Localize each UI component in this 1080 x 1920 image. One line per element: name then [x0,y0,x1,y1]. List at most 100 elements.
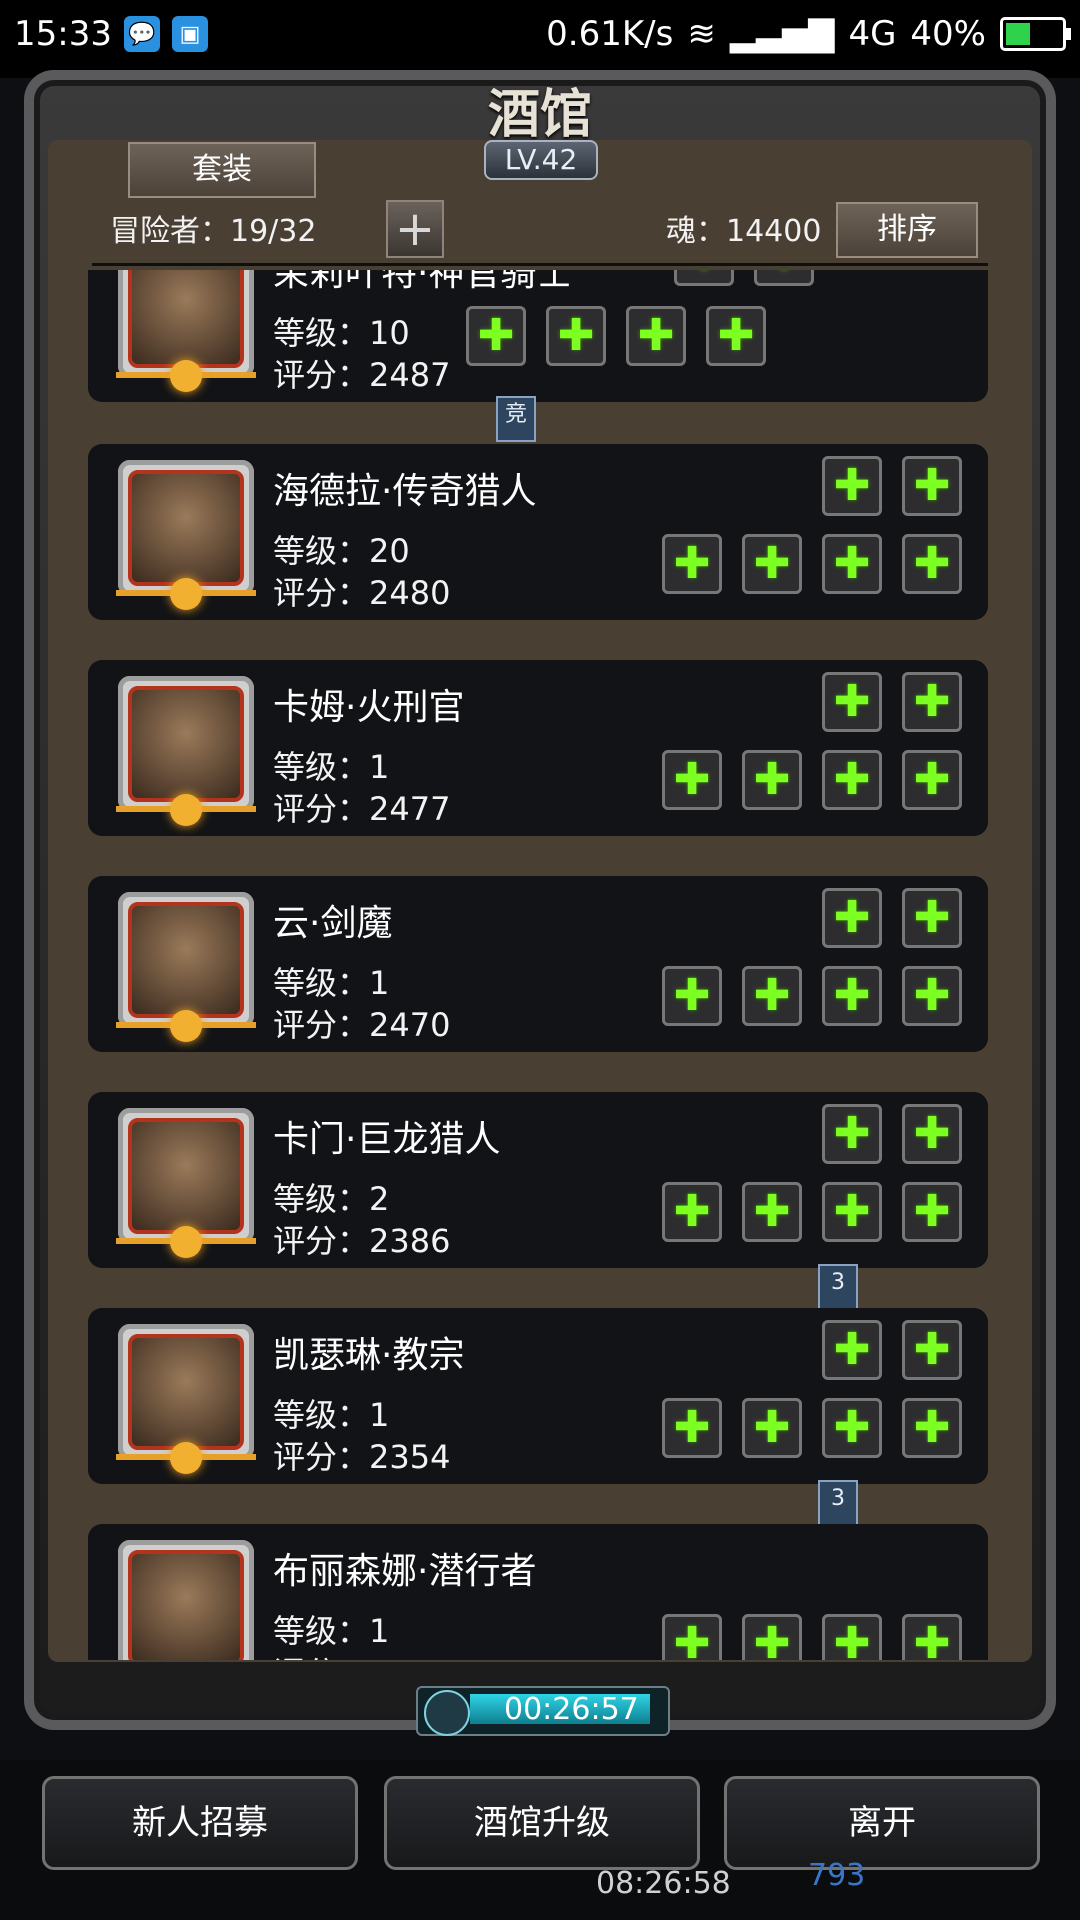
hero-portrait[interactable] [116,1108,256,1258]
equip-slot[interactable]: ✚ [742,750,802,810]
status-left: 15:33 💬 ▣ [14,14,208,54]
equip-slot[interactable]: ✚ [902,672,962,732]
wifi-icon: ≋ [687,14,716,54]
hero-score: 评分：2386 [273,1222,451,1260]
equip-slot[interactable]: ✚ [742,1614,802,1660]
equip-slot[interactable]: ✚ [822,1614,882,1660]
plus-icon: ✚ [833,892,871,943]
hero-portrait[interactable] [118,1540,254,1660]
equip-slot[interactable]: ✚ [822,750,882,810]
hero-score: 评分：2480 [273,574,451,612]
equip-slot[interactable]: ✚ [822,1320,882,1380]
equip-slot[interactable]: ✚ [902,1320,962,1380]
equip-slot[interactable]: ✚ [902,1104,962,1164]
equip-slot[interactable]: ✚ [662,966,722,1026]
plus-icon: ✚ [913,892,951,943]
page-title: 酒馆 [487,84,592,145]
plus-icon: ✚ [913,538,951,589]
hero-level: 等级：10 [273,314,410,352]
plus-icon: ✚ [753,1618,791,1661]
plus-icon: ✚ [673,970,711,1021]
plus-icon: ✚ [673,1618,711,1661]
equip-slot[interactable]: ✚ [626,306,686,366]
plus-icon: ✚ [753,1186,791,1237]
timer-text: 00:26:57 [504,1692,639,1727]
hero-portrait[interactable] [116,1324,256,1474]
suit-button[interactable]: 套装 [128,142,316,198]
equip-slot[interactable]: ✚ [902,888,962,948]
tavern-upgrade-button[interactable]: 酒馆升级 [384,1776,700,1870]
hero-level: 等级：1 [273,1612,390,1650]
hero-level: 等级：2 [273,1180,390,1218]
card-badge: 3 [818,1480,858,1526]
equip-slot[interactable]: ✚ [822,1182,882,1242]
hero-portrait[interactable] [116,676,256,826]
equip-slot[interactable]: ✚ [706,306,766,366]
equip-slot[interactable]: ✚ [662,1614,722,1660]
equip-slot[interactable]: ✚ [754,270,814,286]
plus-icon: ✚ [686,270,723,278]
equip-slot[interactable]: ✚ [662,1398,722,1458]
equip-slot[interactable]: ✚ [902,1182,962,1242]
hero-card[interactable]: 卡门·巨龙猎人 等级：2 评分：2386 ✚ ✚ ✚ ✚ ✚ ✚ [88,1092,988,1268]
add-adventurer-button[interactable]: + [386,200,444,258]
hero-card[interactable]: 卡姆·火刑官 等级：1 评分：2477 ✚ ✚ ✚ ✚ ✚ ✚ [88,660,988,836]
equip-slot[interactable]: ✚ [742,1182,802,1242]
plus-icon: ✚ [913,754,951,805]
equip-slot[interactable]: ✚ [902,1398,962,1458]
equip-slot[interactable]: ✚ [674,270,734,286]
hero-name: 卡姆·火刑官 [273,687,465,728]
equip-slot[interactable]: ✚ [902,750,962,810]
refresh-timer: 00:26:57 [416,1686,670,1736]
card-badge: 3 [818,1264,858,1310]
hero-name: 茉莉叶特·神官骑士 [273,270,573,294]
hero-card[interactable]: 茉莉叶特·神官骑士 等级：10 评分：2487 ✚ ✚ ✚ ✚ ✚ ✚ [88,270,988,402]
equip-slot[interactable]: ✚ [662,750,722,810]
hero-list[interactable]: 茉莉叶特·神官骑士 等级：10 评分：2487 ✚ ✚ ✚ ✚ ✚ ✚ 竞 海德… [88,270,988,1660]
rank-tag: 竞 [496,396,536,442]
equip-slot[interactable]: ✚ [902,534,962,594]
plus-icon: ✚ [753,970,791,1021]
equip-slot[interactable]: ✚ [742,534,802,594]
equip-slot[interactable]: ✚ [822,888,882,948]
equip-slot[interactable]: ✚ [822,1104,882,1164]
equip-slot[interactable]: ✚ [662,534,722,594]
equip-slot[interactable]: ✚ [742,966,802,1026]
equip-slot[interactable]: ✚ [822,456,882,516]
equip-slot[interactable]: ✚ [902,456,962,516]
plus-icon: + [394,201,436,257]
equip-slot[interactable]: ✚ [546,306,606,366]
equip-slot[interactable]: ✚ [822,1398,882,1458]
plus-icon: ✚ [833,754,871,805]
hero-portrait[interactable] [116,892,256,1042]
hero-level: 等级：1 [273,748,390,786]
equip-slot[interactable]: ✚ [742,1398,802,1458]
plus-icon: ✚ [766,270,803,278]
tavern-level-badge: LV.42 [484,140,598,180]
plus-icon: ✚ [833,1108,871,1159]
equip-slot[interactable]: ✚ [902,1614,962,1660]
hero-portrait[interactable] [116,460,256,610]
equip-slot[interactable]: ✚ [822,534,882,594]
equip-slot[interactable]: ✚ [822,672,882,732]
sort-button[interactable]: 排序 [836,202,978,258]
hero-card[interactable]: 云·剑魔 等级：1 评分：2470 ✚ ✚ ✚ ✚ ✚ ✚ [88,876,988,1052]
background-count: 793 [808,1858,866,1893]
hero-level: 等级：1 [273,964,390,1002]
plus-icon: ✚ [913,460,951,511]
hero-name: 卡门·巨龙猎人 [273,1119,501,1160]
leave-button[interactable]: 离开 [724,1776,1040,1870]
hero-card[interactable]: 凯瑟琳·教宗 等级：1 评分：2354 ✚ ✚ ✚ ✚ ✚ ✚ [88,1308,988,1484]
hero-score: 评分：2470 [273,1006,451,1044]
hero-card[interactable]: 海德拉·传奇猎人 等级：20 评分：2480 ✚ ✚ ✚ ✚ ✚ ✚ [88,444,988,620]
hero-portrait[interactable] [116,270,256,392]
battery-percent: 40% [910,14,986,54]
recruit-button[interactable]: 新人招募 [42,1776,358,1870]
equip-slot[interactable]: ✚ [822,966,882,1026]
plus-icon: ✚ [913,1402,951,1453]
equip-slot[interactable]: ✚ [662,1182,722,1242]
hero-card[interactable]: 布丽森娜·潜行者 等级：1 评分：76 ✚ ✚ ✚ ✚ [88,1524,988,1660]
equip-slot[interactable]: ✚ [466,306,526,366]
equip-slot[interactable]: ✚ [902,966,962,1026]
plus-icon: ✚ [833,970,871,1021]
